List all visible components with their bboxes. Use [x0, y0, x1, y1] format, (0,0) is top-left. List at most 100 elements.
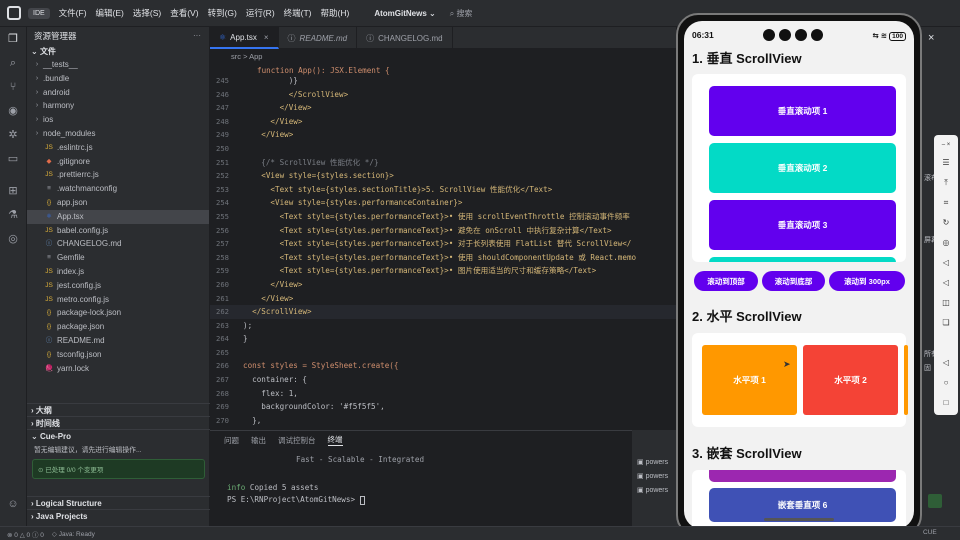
code-line[interactable]: 265 [210, 346, 676, 360]
code-line[interactable]: 270 }, [210, 414, 676, 428]
logical-structure-section[interactable]: › Logical Structure [27, 496, 210, 509]
menu-view[interactable]: 查看(V) [170, 7, 198, 19]
tab-app-tsx[interactable]: ⚛ App.tsx × [210, 27, 279, 49]
code-line[interactable]: 259 <Text style={styles.performanceText}… [210, 264, 676, 278]
file-item[interactable]: {} package.json [27, 320, 209, 334]
file-item[interactable]: ⚛ App.tsx [27, 209, 209, 224]
file-item[interactable]: ◆ .gitignore [27, 155, 209, 169]
debug-icon[interactable]: ✲ [6, 128, 20, 142]
more-icon[interactable]: ··· [193, 31, 201, 40]
tab-problems[interactable]: 问题 [224, 435, 239, 446]
file-item[interactable]: ⓘ CHANGELOG.md [27, 237, 209, 251]
chrome-icon[interactable]: ◎ [6, 232, 20, 246]
code-line[interactable]: 263); [210, 319, 676, 333]
java-status[interactable]: ◇ Java: Ready [52, 530, 95, 538]
file-item[interactable]: JS .prettierrc.js [27, 168, 209, 182]
file-item[interactable]: JS babel.config.js [27, 224, 209, 238]
back-icon[interactable]: ◁ [940, 357, 952, 369]
home-indicator[interactable] [764, 518, 834, 521]
menu-terminal[interactable]: 终端(T) [284, 7, 312, 19]
volume-down-icon[interactable]: ◁ [940, 277, 952, 289]
file-item[interactable]: JS jest.config.js [27, 279, 209, 293]
outline-section[interactable]: › 大纲 [27, 403, 210, 416]
code-lines[interactable]: 245 )} 246 </ScrollView> 247 </View> 248 </… [210, 74, 676, 427]
account-icon[interactable]: ☺ [6, 497, 20, 511]
minimize-icon[interactable]: – × [940, 139, 952, 151]
close-icon[interactable]: × [928, 32, 934, 44]
file-item[interactable]: {} package-lock.json [27, 306, 209, 320]
code-line[interactable]: 245 )} [210, 74, 676, 88]
code-line[interactable]: 258 <Text style={styles.performanceText}… [210, 251, 676, 265]
send-button[interactable] [928, 494, 942, 508]
code-line[interactable]: 253 <Text style={styles.sectionTitle}>5.… [210, 183, 676, 197]
folder-item[interactable]: › .bundle [27, 72, 209, 86]
code-line[interactable]: 260 </View> [210, 278, 676, 292]
code-line[interactable]: 261 </View> [210, 292, 676, 306]
folder-item[interactable]: › android [27, 86, 209, 100]
file-item[interactable]: JS .eslintrc.js [27, 141, 209, 155]
code-line[interactable]: 250 [210, 142, 676, 156]
folder-item[interactable]: › node_modules [27, 127, 209, 141]
vertical-scrollview[interactable]: 垂直滚动项 1 垂直滚动项 2 垂直滚动项 3 [692, 74, 906, 262]
search-icon[interactable]: ⌕ [6, 56, 20, 70]
code-line[interactable]: 264} [210, 332, 676, 346]
menu-goto[interactable]: 转到(G) [208, 7, 237, 19]
eye-icon[interactable]: ◉ [6, 104, 20, 118]
terminal-item[interactable]: ▣ powers [637, 484, 678, 498]
breadcrumb[interactable]: src > App [210, 49, 676, 64]
file-item[interactable]: ⓘ README.md [27, 334, 209, 348]
code-line[interactable]: 246 </ScrollView> [210, 88, 676, 102]
code-line[interactable]: 257 <Text style={styles.performanceText}… [210, 237, 676, 251]
folder-item[interactable]: › harmony [27, 99, 209, 113]
terminal-prompt[interactable]: PS E:\RNProject\AtomGitNews> [210, 495, 676, 505]
scroll-to-300-button[interactable]: 滚动到 300px [829, 271, 905, 291]
tab-readme[interactable]: ⓘ README.md [279, 27, 358, 49]
flask-icon[interactable]: ⚗ [6, 208, 20, 222]
project-switcher[interactable]: AtomGitNews ⌄ [374, 9, 435, 18]
code-line[interactable]: 248 </View> [210, 115, 676, 129]
tab-debug-console[interactable]: 调试控制台 [278, 435, 316, 446]
volume-up-icon[interactable]: ◁ [940, 257, 952, 269]
tab-changelog[interactable]: ⓘ CHANGELOG.md [357, 27, 453, 49]
tab-terminal[interactable]: 终端 [327, 434, 343, 446]
explorer-icon[interactable]: ❐ [6, 32, 20, 46]
home-icon[interactable]: ○ [940, 377, 952, 389]
menu-help[interactable]: 帮助(H) [321, 7, 350, 19]
file-item[interactable]: ≡ .watchmanconfig [27, 182, 209, 196]
menu-select[interactable]: 选择(S) [133, 7, 161, 19]
code-line[interactable]: 262 </ScrollView> [210, 305, 676, 319]
file-item[interactable]: JS metro.config.js [27, 293, 209, 307]
code-line[interactable]: 249 </View> [210, 128, 676, 142]
cue-pro-section[interactable]: ⌄ Cue-Pro [27, 429, 210, 442]
scroll-to-bottom-button[interactable]: 滚动到底部 [762, 271, 825, 291]
folder-item[interactable]: › __tests__ [27, 58, 209, 72]
code-line[interactable]: 269 backgroundColor: '#f5f5f5', [210, 400, 676, 414]
code-line[interactable]: 247 </View> [210, 101, 676, 115]
menu-icon[interactable]: ☰ [940, 157, 952, 169]
code-line[interactable]: 268 flex: 1, [210, 387, 676, 401]
code-line[interactable]: 251 {/* ScrollView 性能优化 */} [210, 156, 676, 170]
tab-output[interactable]: 输出 [251, 435, 266, 446]
code-line[interactable]: 267 container: { [210, 373, 676, 387]
file-item[interactable]: 🧶 yarn.lock [27, 362, 209, 376]
code-line[interactable]: 266 const styles = StyleSheet.create({ [210, 359, 676, 373]
code-line[interactable]: 254 <View style={styles.performanceConta… [210, 196, 676, 210]
scroll-to-top-button[interactable]: 滚动到顶部 [694, 271, 758, 291]
tree-root[interactable]: ⌄ 文件 [27, 45, 209, 58]
error-count[interactable]: ⊗ 0 △ 0 ⓘ 0 [7, 529, 44, 539]
device-icon[interactable]: ▭ [6, 152, 20, 166]
close-icon[interactable]: × [264, 33, 269, 42]
source-control-icon[interactable]: ⑂ [6, 80, 20, 94]
file-item[interactable]: ≡ Gemfile [27, 251, 209, 265]
code-line[interactable]: 255 <Text style={styles.performanceText}… [210, 210, 676, 224]
location-icon[interactable]: ◎ [940, 237, 952, 249]
search-box[interactable]: ⌕ 搜索 [450, 8, 473, 19]
menu-file[interactable]: 文件(F) [59, 7, 87, 19]
file-item[interactable]: {} tsconfig.json [27, 348, 209, 362]
crop-icon[interactable]: ⌗ [940, 197, 952, 209]
file-item[interactable]: {} app.json [27, 196, 209, 210]
camera-icon[interactable]: ◫ [940, 297, 952, 309]
extensions-icon[interactable]: ⊞ [6, 184, 20, 198]
code-line[interactable]: 252 <View style={styles.section}> [210, 169, 676, 183]
folder-item[interactable]: › ios [27, 113, 209, 127]
